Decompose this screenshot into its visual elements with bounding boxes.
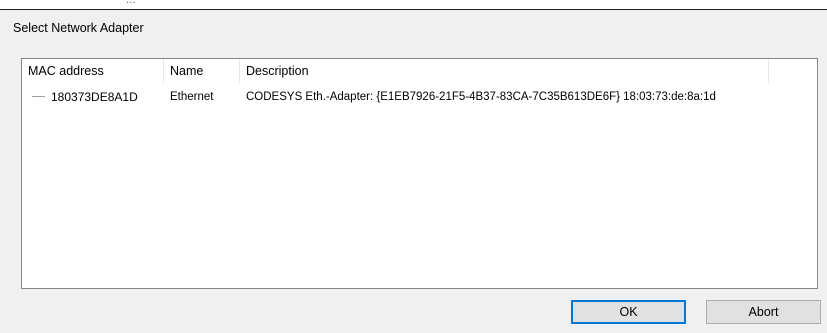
background-window-strip: ... xyxy=(0,0,827,10)
tree-connector-icon xyxy=(32,96,45,98)
adapter-mac-cell: 180373DE8A1D xyxy=(32,87,138,107)
background-window-text: ... xyxy=(126,0,136,6)
column-header-description[interactable]: Description xyxy=(240,59,769,83)
ok-button[interactable]: OK xyxy=(571,300,686,324)
adapter-description: CODESYS Eth.-Adapter: {E1EB7926-21F5-4B3… xyxy=(246,91,716,103)
adapter-list[interactable]: MAC address Name Description 180373DE8A1… xyxy=(21,58,818,289)
abort-button[interactable]: Abort xyxy=(706,300,821,324)
column-header-name[interactable]: Name xyxy=(164,59,240,83)
dialog-title: Select Network Adapter xyxy=(13,21,144,35)
select-network-adapter-dialog: Select Network Adapter MAC address Name … xyxy=(0,10,827,333)
list-header: MAC address Name Description xyxy=(22,59,817,83)
adapter-row[interactable]: 180373DE8A1D Ethernet CODESYS Eth.-Adapt… xyxy=(22,87,817,107)
adapter-name: Ethernet xyxy=(170,91,214,103)
column-header-mac-address[interactable]: MAC address xyxy=(22,59,164,83)
adapter-mac: 180373DE8A1D xyxy=(51,90,138,104)
